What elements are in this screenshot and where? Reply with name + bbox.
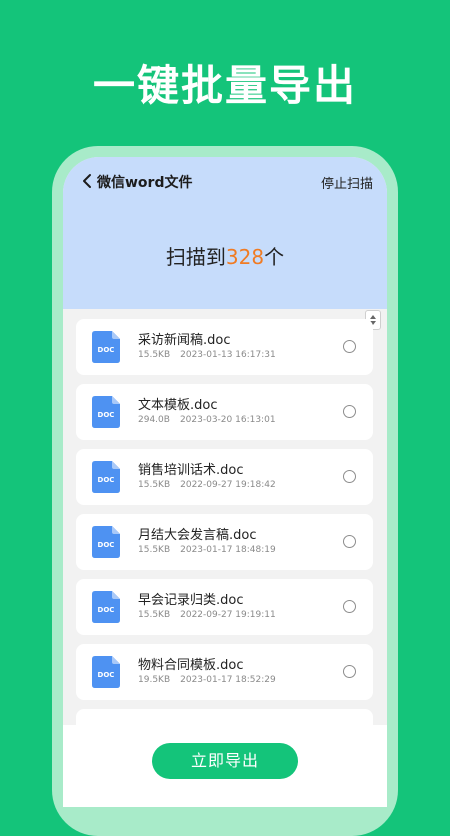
select-radio[interactable] [343,600,356,613]
file-name: 采访新闻稿.doc [138,333,231,348]
file-meta: 15.5KB 2022-09-27 19:18:42 [138,480,276,490]
doc-icon-label: DOC [98,346,115,354]
scan-count-prefix: 扫描到 [165,245,226,269]
doc-file-icon: DOC [92,396,120,428]
doc-file-icon: DOC [92,461,120,493]
file-meta: 19.5KB 2023-01-17 18:52:29 [138,675,276,685]
file-name: 文本模板.doc [138,398,218,413]
file-meta: 294.0B 2023-03-20 16:13:01 [138,415,276,425]
stop-scan-button[interactable]: 停止扫描 [321,173,373,192]
file-name: 月结大会发言稿.doc [138,528,257,543]
file-size: 19.5KB [138,675,171,685]
file-name: 销售培训话术.doc [138,463,244,478]
file-meta: 15.5KB 2023-01-13 16:17:31 [138,350,276,360]
scan-count-suffix: 个 [264,245,285,269]
export-button[interactable]: 立即导出 [152,743,298,779]
doc-icon-label: DOC [98,671,115,679]
list-item[interactable]: DOC 早会记录归类.doc 15.5KB 2022-09-27 19:19:11 [76,579,373,635]
list-item[interactable]: DOC 月结大会发言稿.doc 15.5KB 2023-01-17 18:48:1… [76,514,373,570]
doc-icon-label: DOC [98,606,115,614]
doc-file-icon: DOC [92,526,120,558]
chevron-left-icon [83,174,91,188]
doc-file-icon: DOC [92,591,120,623]
list-item[interactable]: DOC 文本模板.doc 294.0B 2023-03-20 16:13:01 [76,384,373,440]
file-date: 2022-09-27 19:18:42 [180,480,276,490]
file-date: 2022-09-27 19:19:11 [180,610,276,620]
back-button[interactable] [77,171,97,191]
doc-icon-label: DOC [98,541,115,549]
app-screen: 微信word文件 停止扫描 扫描到328个 DOC 采访新闻稿.doc 15.5… [63,157,387,807]
doc-icon-label: DOC [98,476,115,484]
file-date: 2023-01-17 18:48:19 [180,545,276,555]
doc-file-icon: DOC [92,331,120,363]
file-meta: 15.5KB 2022-09-27 19:19:11 [138,610,276,620]
file-date: 2023-01-17 18:52:29 [180,675,276,685]
select-radio[interactable] [343,535,356,548]
select-radio[interactable] [343,665,356,678]
select-radio[interactable] [343,470,356,483]
file-name: 物料合同模板.doc [138,658,244,673]
scan-count-number: 328 [225,245,265,269]
file-size: 294.0B [138,415,170,425]
doc-icon-label: DOC [98,411,115,419]
doc-file-icon: DOC [92,656,120,688]
list-item[interactable]: DOC 物料合同模板.doc 19.5KB 2023-01-17 18:52:29 [76,644,373,700]
select-radio[interactable] [343,405,356,418]
select-radio[interactable] [343,340,356,353]
scan-header: 微信word文件 停止扫描 扫描到328个 [63,157,387,309]
file-size: 15.5KB [138,350,171,360]
scan-count-text: 扫描到328个 [63,241,387,270]
file-size: 15.5KB [138,480,171,490]
promo-headline: 一键批量导出 [92,61,357,110]
list-item[interactable]: DOC 销售培训话术.doc 15.5KB 2022-09-27 19:18:42 [76,449,373,505]
file-date: 2023-03-20 16:13:01 [179,415,276,425]
list-item[interactable]: DOC 采访新闻稿.doc 15.5KB 2023-01-13 16:17:31 [76,319,373,375]
file-name: 早会记录归类.doc [138,593,244,608]
file-date: 2023-01-13 16:17:31 [180,350,276,360]
page-title: 微信word文件 [97,175,193,191]
file-size: 15.5KB [138,610,171,620]
file-size: 15.5KB [138,545,171,555]
file-meta: 15.5KB 2023-01-17 18:48:19 [138,545,276,555]
